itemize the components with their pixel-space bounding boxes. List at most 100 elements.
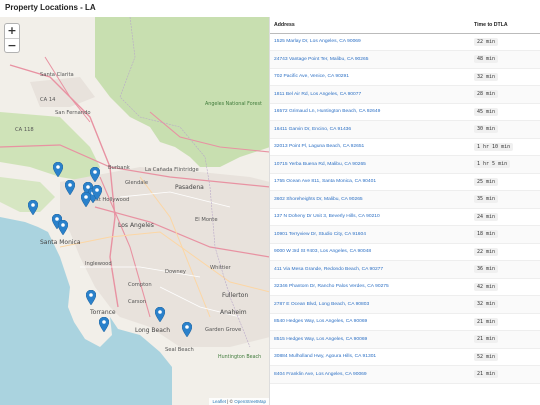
map-label-el-monte: El Monte (195, 217, 218, 223)
time-cell: 25 min (470, 173, 540, 191)
map-label-la-canada: La Cañada Flintridge (145, 167, 199, 173)
time-badge: 25 min (474, 177, 499, 186)
time-cell: 21 min (470, 313, 540, 331)
table-body: 1525 Marlay Dr, Los Angeles, CA 90069 22 … (270, 33, 540, 384)
time-badge: 22 min (474, 247, 499, 256)
map-label-whittier: Whittier (210, 265, 231, 271)
address-cell[interactable]: 1811 Bel Air Rd, Los Angeles, CA 90077 (270, 85, 470, 104)
map-marker-icon[interactable] (65, 180, 75, 195)
address-cell[interactable]: 2787 E Ocean Blvd, Long Beach, CA 90803 (270, 295, 470, 314)
address-cell[interactable]: 137 N Doheny Dr Unit 3, Beverly Hills, C… (270, 208, 470, 226)
address-cell[interactable]: 24743 Vantage Point Ter, Malibu, CA 9026… (270, 50, 470, 69)
table-row[interactable]: 24743 Vantage Point Ter, Malibu, CA 9026… (270, 50, 540, 69)
table-header-row: Address Time to DTLA (270, 17, 540, 34)
map-marker-icon[interactable] (53, 162, 63, 177)
map-label-seal-beach: Seal Beach (165, 347, 194, 353)
time-badge: 18 min (474, 230, 499, 239)
zoom-out-button[interactable]: − (5, 38, 19, 52)
time-badge: 1 hr 5 min (474, 160, 511, 169)
map-label-downey: Downey (165, 269, 186, 275)
time-cell: 21 min (470, 365, 540, 384)
table-row[interactable]: 1811 Bel Air Rd, Los Angeles, CA 90077 28… (270, 85, 540, 104)
address-cell[interactable]: 9000 W 3rd St #403, Los Angeles, CA 9004… (270, 243, 470, 261)
time-badge: 45 min (474, 107, 499, 116)
map-label-anaheim: Anaheim (220, 309, 247, 316)
table-row[interactable]: 8540 Hedges Way, Los Angeles, CA 90069 21… (270, 313, 540, 331)
table-row[interactable]: 8404 Franklin Ave, Los Angeles, CA 90069… (270, 365, 540, 384)
address-cell[interactable]: 10715 Yerba Buena Rd, Malibu, CA 90265 (270, 155, 470, 174)
map-marker-icon[interactable] (155, 307, 165, 322)
table-row[interactable]: 32013 Point Pl, Laguna Beach, CA 92651 1 … (270, 138, 540, 156)
table-row[interactable]: 9000 W 3rd St #403, Los Angeles, CA 9004… (270, 243, 540, 261)
address-cell[interactable]: 3602 Shoreheights Dr, Malibu, CA 90265 (270, 190, 470, 209)
table-row[interactable]: 411 Via Mesa Grande, Redondo Beach, CA 9… (270, 260, 540, 279)
table-row[interactable]: 32346 Phantom Dr, Rancho Palos Verdes, C… (270, 278, 540, 296)
time-cell: 52 min (470, 348, 540, 366)
map-label-san-fernando: San Fernando (55, 110, 91, 116)
address-cell[interactable]: 16411 Garvin Dr, Encino, CA 91436 (270, 120, 470, 139)
time-cell: 35 min (470, 190, 540, 209)
header-time: Time to DTLA (470, 17, 540, 34)
time-badge: 42 min (474, 282, 499, 291)
map-label-carson: Carson (128, 299, 147, 305)
time-cell: 1 hr 5 min (470, 155, 540, 174)
property-table: Address Time to DTLA 1525 Marlay Dr, Los… (270, 17, 540, 384)
time-badge: 24 min (474, 212, 499, 221)
map-label-long-beach: Long Beach (135, 327, 171, 334)
address-cell[interactable]: 8540 Hedges Way, Los Angeles, CA 90069 (270, 313, 470, 331)
time-badge: 21 min (474, 370, 499, 379)
address-cell[interactable]: 1755 Ocean Ave 811, Santa Monica, CA 904… (270, 173, 470, 191)
time-cell: 42 min (470, 278, 540, 296)
time-cell: 28 min (470, 85, 540, 104)
time-cell: 22 min (470, 33, 540, 51)
address-cell[interactable]: 10901 Terryview Dr, Studio City, CA 9160… (270, 225, 470, 244)
map-marker-icon[interactable] (90, 167, 100, 182)
time-badge: 28 min (474, 90, 499, 99)
address-cell[interactable]: 32346 Phantom Dr, Rancho Palos Verdes, C… (270, 278, 470, 296)
map-label-los-angeles: Los Angeles (118, 222, 154, 229)
table-row[interactable]: 3602 Shoreheights Dr, Malibu, CA 90265 35… (270, 190, 540, 209)
map-marker-icon[interactable] (182, 322, 192, 337)
map-marker-icon[interactable] (86, 290, 96, 305)
map[interactable]: + − Santa Clarita CA 14 CA 118 San Ferna… (0, 17, 270, 405)
leaflet-link[interactable]: Leaflet (212, 399, 226, 404)
map-label-torrance: Torrance (90, 309, 116, 316)
zoom-in-button[interactable]: + (5, 24, 19, 38)
table-row[interactable]: 30884 Mulholland Hwy, Agoura Hills, CA 9… (270, 348, 540, 366)
map-marker-icon[interactable] (81, 192, 91, 207)
map-attribution: Leaflet | © OpenStreetMap (209, 398, 269, 405)
map-marker-icon[interactable] (99, 317, 109, 332)
map-marker-icon[interactable] (28, 200, 38, 215)
time-badge: 52 min (474, 352, 499, 361)
attribution-separator: | © (225, 399, 235, 404)
map-label-huntington-beach: Huntington Beach (218, 355, 262, 360)
table-row[interactable]: 10901 Terryview Dr, Studio City, CA 9160… (270, 225, 540, 244)
address-cell[interactable]: 32013 Point Pl, Laguna Beach, CA 92651 (270, 138, 470, 156)
address-cell[interactable]: 8515 Hedges Way, Los Angeles, CA 90069 (270, 330, 470, 349)
table-row[interactable]: 16411 Garvin Dr, Encino, CA 91436 30 min (270, 120, 540, 139)
address-cell[interactable]: 8404 Franklin Ave, Los Angeles, CA 90069 (270, 365, 470, 384)
table-row[interactable]: 10715 Yerba Buena Rd, Malibu, CA 90265 1 … (270, 155, 540, 174)
table-row[interactable]: 1755 Ocean Ave 811, Santa Monica, CA 904… (270, 173, 540, 191)
map-label-fullerton: Fullerton (222, 292, 249, 299)
address-cell[interactable]: 411 Via Mesa Grande, Redondo Beach, CA 9… (270, 260, 470, 279)
address-cell[interactable]: 1525 Marlay Dr, Los Angeles, CA 90069 (270, 33, 470, 51)
time-badge: 22 min (474, 37, 499, 46)
table-row[interactable]: 137 N Doheny Dr Unit 3, Beverly Hills, C… (270, 208, 540, 226)
time-badge: 48 min (474, 55, 499, 64)
time-badge: 36 min (474, 265, 499, 274)
map-marker-icon[interactable] (58, 220, 68, 235)
osm-link[interactable]: OpenStreetMap (234, 399, 266, 404)
map-marker-icon[interactable] (92, 185, 102, 200)
address-cell[interactable]: 16572 Grimaud Ln, Huntington Beach, CA 9… (270, 103, 470, 121)
table-row[interactable]: 2787 E Ocean Blvd, Long Beach, CA 90803 3… (270, 295, 540, 314)
table-row[interactable]: 16572 Grimaud Ln, Huntington Beach, CA 9… (270, 103, 540, 121)
address-cell[interactable]: 30884 Mulholland Hwy, Agoura Hills, CA 9… (270, 348, 470, 366)
time-badge: 21 min (474, 317, 499, 326)
table-row[interactable]: 1525 Marlay Dr, Los Angeles, CA 90069 22 … (270, 33, 540, 51)
table-row[interactable]: 8515 Hedges Way, Los Angeles, CA 90069 21… (270, 330, 540, 349)
time-cell: 30 min (470, 120, 540, 139)
address-cell[interactable]: 702 Pacific Ave, Venice, CA 90291 (270, 68, 470, 86)
time-cell: 32 min (470, 68, 540, 86)
table-row[interactable]: 702 Pacific Ave, Venice, CA 90291 32 min (270, 68, 540, 86)
